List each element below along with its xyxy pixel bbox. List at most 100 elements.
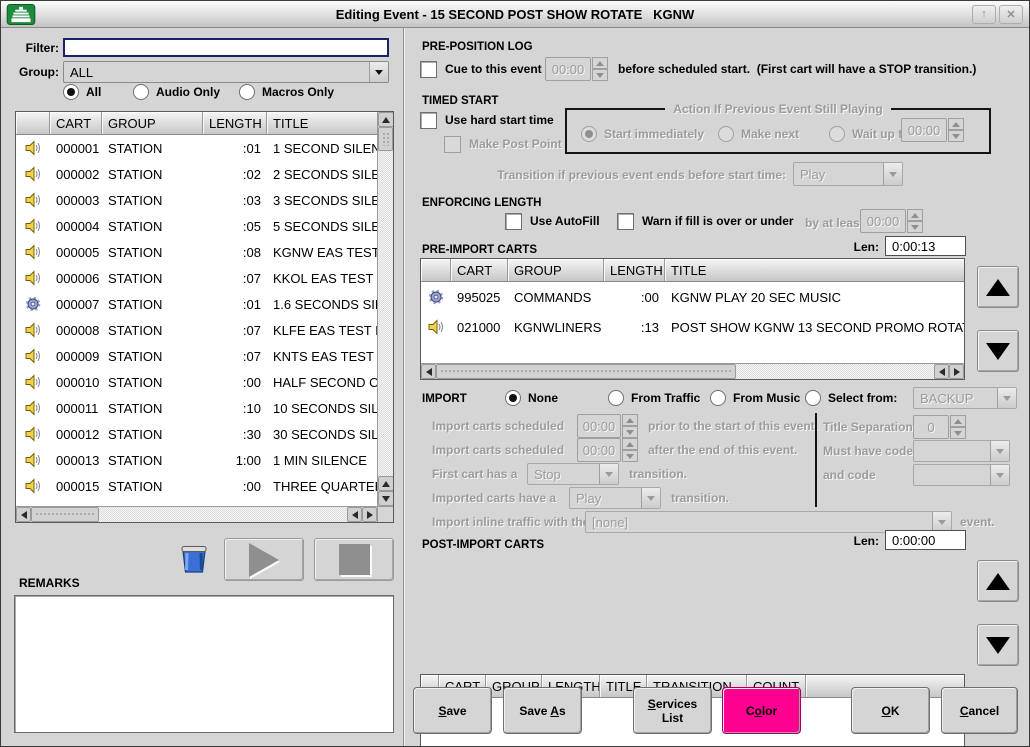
cart-row[interactable]: 000003 STATION :03 3 SECONDS SILEN xyxy=(16,187,377,213)
radio-filter-audio[interactable]: Audio Only xyxy=(133,83,220,101)
radio-filter-all[interactable]: All xyxy=(63,83,101,101)
save-as-button[interactable]: Save As xyxy=(503,687,582,734)
horizontal-scrollbar[interactable] xyxy=(421,363,964,379)
play-icon xyxy=(249,543,279,577)
cancel-button[interactable]: Cancel xyxy=(941,687,1018,734)
scroll-down-icon[interactable] xyxy=(378,491,394,506)
cart-number: 000001 xyxy=(50,141,102,156)
pre-import-row[interactable]: 995025 COMMANDS :00 KGNW PLAY 20 SEC MUS… xyxy=(421,282,964,312)
remarks-input[interactable] xyxy=(14,595,394,733)
scrollbar-track[interactable] xyxy=(736,364,934,379)
cart-row[interactable]: 000004 STATION :05 5 SECONDS SILEN xyxy=(16,213,377,239)
spin-down-icon xyxy=(907,221,923,233)
cart-length: :08 xyxy=(203,245,267,260)
length-column-header[interactable]: LENGTH xyxy=(604,259,665,281)
group-select[interactable]: ALL xyxy=(63,61,389,83)
length-column-header[interactable]: LENGTH xyxy=(203,112,267,134)
hard-start-checkbox[interactable] xyxy=(420,112,437,129)
cart-row[interactable]: 000009 STATION :07 KNTS EAS TEST IN xyxy=(16,343,377,369)
make-post-point-checkbox xyxy=(444,136,461,153)
cart-title: 2 SECONDS SILEN xyxy=(267,167,377,182)
cart-column-header[interactable]: CART xyxy=(50,112,102,134)
play-button[interactable] xyxy=(224,538,304,581)
cart-row[interactable]: 000010 STATION :00 HALF SECOND OF xyxy=(16,369,377,395)
cart-row[interactable]: 000002 STATION :02 2 SECONDS SILEN xyxy=(16,161,377,187)
warn-fill-checkbox[interactable] xyxy=(617,213,634,230)
group-column-header[interactable]: GROUP xyxy=(102,112,203,134)
color-button[interactable]: Color xyxy=(722,687,801,734)
cart-row[interactable]: 000001 STATION :01 1 SECOND SILEN xyxy=(16,135,377,161)
scroll-up-icon[interactable] xyxy=(378,476,394,491)
scroll-left-icon[interactable] xyxy=(347,507,362,522)
ok-button[interactable]: OK xyxy=(851,687,930,734)
cart-row[interactable]: 000006 STATION :07 KKOL EAS TEST IN xyxy=(16,265,377,291)
cart-title: 3 SECONDS SILEN xyxy=(267,193,377,208)
cart-row[interactable]: 000012 STATION :30 30 SECONDS SILE xyxy=(16,421,377,447)
cue-to-event-checkbox[interactable] xyxy=(420,61,437,78)
scrollbar-thumb[interactable] xyxy=(378,127,393,151)
radio-filter-macros[interactable]: Macros Only xyxy=(239,83,334,101)
cart-picker-panel: Filter: Group: ALL All Audio Only Macros… xyxy=(1,28,404,747)
post-import-move-down-button[interactable] xyxy=(977,624,1019,666)
icon-column-header[interactable] xyxy=(16,112,50,134)
filter-label: Filter: xyxy=(1,41,59,55)
vertical-scrollbar[interactable] xyxy=(377,112,393,506)
horizontal-scrollbar[interactable] xyxy=(16,506,377,522)
import-traffic-label: From Traffic xyxy=(631,391,700,405)
cart-group: STATION xyxy=(102,297,203,312)
title-column-header[interactable]: TITLE xyxy=(665,259,964,281)
scroll-right-icon[interactable] xyxy=(362,507,377,522)
import-music-radio[interactable]: From Music xyxy=(710,389,800,407)
cart-title: HALF SECOND OF xyxy=(267,375,377,390)
import-none-radio[interactable]: None xyxy=(505,389,558,407)
down-arrow-icon xyxy=(986,343,1010,360)
pre-import-row[interactable]: 021000 KGNWLINERS :13 POST SHOW KGNW 13 … xyxy=(421,312,964,342)
chevron-down-icon xyxy=(641,488,660,508)
icon-column-header[interactable] xyxy=(421,259,451,281)
pre-import-move-down-button[interactable] xyxy=(977,330,1019,372)
close-window-icon[interactable]: ✕ xyxy=(999,5,1023,24)
cart-row[interactable]: 000013 STATION 1:00 1 MIN SILENCE xyxy=(16,447,377,473)
radio-dot xyxy=(608,390,624,406)
cart-row[interactable]: 000011 STATION :10 10 SECONDS SILE xyxy=(16,395,377,421)
stop-button[interactable] xyxy=(314,538,394,581)
scrollbar-track[interactable] xyxy=(378,151,393,476)
scroll-left-icon[interactable] xyxy=(934,364,949,379)
cart-row[interactable]: 000015 STATION :00 THREE QUARTER xyxy=(16,473,377,499)
cart-title: KGNW PLAY 20 SEC MUSIC xyxy=(665,290,964,305)
cart-number: 000010 xyxy=(50,375,102,390)
scrollbar-corner xyxy=(377,506,393,522)
group-column-header[interactable]: GROUP xyxy=(508,259,604,281)
audio-cart-icon xyxy=(25,244,41,260)
scrollbar-thumb[interactable] xyxy=(436,364,736,379)
cart-row[interactable]: 000008 STATION :07 KLFE EAS TEST IN xyxy=(16,317,377,343)
cart-row[interactable]: 000005 STATION :08 KGNW EAS TEST xyxy=(16,239,377,265)
cart-list-table: CART GROUP LENGTH TITLE 000001 STATION :… xyxy=(15,111,394,523)
import-traffic-radio[interactable]: From Traffic xyxy=(608,389,700,407)
cart-column-header[interactable]: CART xyxy=(451,259,508,281)
title-bar[interactable]: Editing Event - 15 SECOND POST SHOW ROTA… xyxy=(1,1,1029,28)
audio-cart-icon xyxy=(25,478,41,494)
save-button[interactable]: Save xyxy=(413,687,492,734)
scroll-up-icon[interactable] xyxy=(378,112,394,127)
pre-import-move-up-button[interactable] xyxy=(977,266,1019,308)
scrollbar-thumb[interactable] xyxy=(31,507,99,522)
scroll-left-icon[interactable] xyxy=(16,507,31,522)
scrollbar-track[interactable] xyxy=(99,507,347,522)
scroll-left-icon[interactable] xyxy=(421,364,436,379)
import-select-from-radio[interactable]: Select from: xyxy=(805,389,897,407)
cart-row[interactable]: 000007 STATION :01 1.6 SECONDS SIL xyxy=(16,291,377,317)
cart-title: KNTS EAS TEST IN xyxy=(267,349,377,364)
filter-input[interactable] xyxy=(63,38,389,57)
services-list-button[interactable]: Services List xyxy=(633,687,712,734)
spin-down-icon xyxy=(622,426,638,438)
shade-window-icon[interactable]: ↑ xyxy=(972,5,996,24)
scroll-right-icon[interactable] xyxy=(949,364,964,379)
title-column-header[interactable]: TITLE xyxy=(267,112,377,134)
delete-cart-button[interactable] xyxy=(179,542,209,574)
use-autofill-checkbox[interactable] xyxy=(505,213,522,230)
post-import-move-up-button[interactable] xyxy=(977,560,1019,602)
cart-number: 000003 xyxy=(50,193,102,208)
event-settings-panel: PRE-POSITION LOG Cue to this event 00:00… xyxy=(404,28,1029,747)
and-code-label: and code xyxy=(823,468,913,482)
